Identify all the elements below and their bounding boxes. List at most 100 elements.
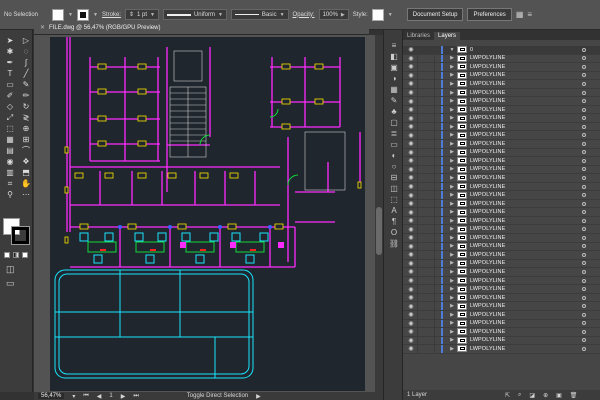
chevron-right-icon[interactable]: ▶ [447, 124, 457, 130]
eye-icon[interactable]: ◉ [405, 46, 417, 53]
layer-item-row[interactable]: ◉ ▶ LWPOLYLINE [403, 234, 600, 243]
eye-icon[interactable]: ◉ [405, 166, 417, 173]
chevron-right-icon[interactable]: ▶ [256, 393, 261, 400]
target-icon[interactable] [582, 167, 586, 172]
chevron-right-icon[interactable]: ▶ [447, 158, 457, 164]
chevron-right-icon[interactable]: ▶ [447, 346, 457, 352]
artboard-icon[interactable]: ⬒ [19, 168, 33, 178]
eye-icon[interactable]: ◉ [405, 123, 417, 130]
target-icon[interactable] [582, 193, 586, 198]
lock-toggle[interactable] [417, 114, 435, 122]
slice-icon[interactable]: ⌗ [3, 179, 17, 189]
layer-item-row[interactable]: ◉ ▶ LWPOLYLINE [403, 140, 600, 149]
lock-toggle[interactable] [417, 234, 435, 242]
arrange-documents-icon[interactable]: ▦ [516, 10, 524, 19]
chevron-right-icon[interactable]: ▶ [447, 337, 457, 343]
last-artboard-icon[interactable]: ⏭ [133, 393, 138, 400]
layer-item-row[interactable]: ◉ ▶ LWPOLYLINE [403, 251, 600, 260]
eye-icon[interactable]: ◉ [405, 320, 417, 327]
target-icon[interactable] [582, 278, 586, 283]
type-icon[interactable]: T [3, 69, 17, 79]
target-icon[interactable] [582, 99, 586, 104]
layer-item-row[interactable]: ◉ ▶ LWPOLYLINE [403, 148, 600, 158]
chevron-right-icon[interactable]: ▶ [447, 320, 457, 326]
gradient-mode-icon[interactable] [13, 252, 19, 258]
lock-toggle[interactable] [417, 157, 435, 165]
layer-item-row[interactable]: ◉ ▶ LWPOLYLINE [403, 302, 600, 311]
target-icon[interactable] [582, 244, 586, 249]
chevron-right-icon[interactable]: ▶ [447, 72, 457, 78]
chevron-right-icon[interactable]: ▶ [447, 90, 457, 96]
layer-item-row[interactable]: ◉ ▶ LWPOLYLINE [403, 336, 600, 346]
delete-icon[interactable]: 🗑 [570, 392, 578, 399]
lock-toggle[interactable] [417, 88, 435, 97]
gradient-icon[interactable]: ▭ [384, 139, 404, 150]
free-transform-icon[interactable]: ⬚ [3, 124, 17, 134]
new-sublayer-icon[interactable]: ⊕ [543, 392, 548, 399]
eye-icon[interactable]: ◉ [405, 234, 417, 241]
eye-icon[interactable]: ◉ [405, 277, 417, 284]
eye-icon[interactable]: ◉ [405, 226, 417, 233]
chevron-right-icon[interactable]: ▶ [447, 55, 457, 61]
clipping-mask-icon[interactable]: ◪ [529, 392, 535, 399]
previous-artboard-icon[interactable]: ◀ [97, 393, 102, 400]
eye-icon[interactable]: ◉ [405, 80, 417, 87]
layer-item-row[interactable]: ◉ ▶ LWPOLYLINE [403, 216, 600, 226]
align-icon[interactable]: ⊟ [384, 172, 404, 183]
lock-toggle[interactable] [417, 251, 435, 259]
locate-object-icon[interactable]: ⌕ [518, 392, 521, 399]
lock-toggle[interactable] [417, 242, 435, 251]
pen-icon[interactable]: ✒ [3, 58, 17, 68]
chevron-right-icon[interactable]: ▶ [447, 278, 457, 284]
eye-icon[interactable]: ◉ [405, 294, 417, 301]
chevron-down-icon[interactable]: ▼ [93, 12, 98, 18]
layer-item-row[interactable]: ◉ ▶ LWPOLYLINE [403, 71, 600, 81]
layer-item-row[interactable]: ◉ ▶ LWPOLYLINE [403, 310, 600, 320]
layer-item-row[interactable]: ◉ ▶ LWPOLYLINE [403, 88, 600, 98]
layer-item-row[interactable]: ◉ ▶ LWPOLYLINE [403, 157, 600, 166]
layer-item-row[interactable]: ◉ ▶ LWPOLYLINE [403, 114, 600, 123]
chevron-right-icon[interactable]: ▶ [447, 295, 457, 301]
target-icon[interactable] [582, 184, 586, 189]
target-icon[interactable] [582, 252, 586, 257]
target-icon[interactable] [582, 175, 586, 180]
eye-icon[interactable]: ◉ [405, 243, 417, 250]
target-icon[interactable] [582, 73, 586, 78]
layer-item-row[interactable]: ◉ ▶ LWPOLYLINE [403, 319, 600, 329]
layers-icon[interactable]: ◧ [384, 51, 404, 62]
swatches-icon[interactable]: ▦ [384, 84, 404, 95]
target-icon[interactable] [582, 201, 586, 206]
preferences-button[interactable]: Preferences [467, 8, 512, 21]
chevron-right-icon[interactable]: ▶ [447, 243, 457, 249]
eye-icon[interactable]: ◉ [405, 311, 417, 318]
libraries-icon[interactable]: ▣ [384, 62, 404, 73]
eye-icon[interactable]: ◉ [405, 89, 417, 96]
symbol-sprayer-icon[interactable]: ❖ [19, 157, 33, 167]
tab-libraries[interactable]: Libraries [403, 32, 434, 40]
chevron-down-icon[interactable]: ▼ [388, 12, 393, 18]
eye-icon[interactable]: ◉ [405, 140, 417, 147]
target-icon[interactable] [582, 133, 586, 138]
lock-toggle[interactable] [417, 225, 435, 234]
lock-toggle[interactable] [417, 259, 435, 268]
chevron-right-icon[interactable]: ▶ [447, 303, 457, 309]
target-icon[interactable] [582, 64, 586, 69]
opacity-input[interactable]: 100% ▶ [318, 9, 349, 20]
target-icon[interactable] [582, 210, 586, 215]
first-artboard-icon[interactable]: ⏮ [83, 393, 88, 400]
layer-item-row[interactable]: ◉ ▶ LWPOLYLINE [403, 293, 600, 303]
paintbrush-icon[interactable]: ✎ [19, 80, 33, 90]
color-mode-icon[interactable] [4, 252, 10, 258]
screen-mode-icon[interactable]: ▭ [6, 278, 15, 289]
target-icon[interactable] [582, 346, 586, 351]
target-icon[interactable] [582, 312, 586, 317]
target-icon[interactable] [582, 81, 586, 86]
tab-layers[interactable]: Layers [434, 32, 461, 40]
brush-definition-dropdown[interactable]: Basic ▼ [230, 9, 289, 20]
chevron-right-icon[interactable]: ▶ [447, 192, 457, 198]
layer-item-row[interactable]: ◉ ▶ LWPOLYLINE [403, 199, 600, 209]
appearance-icon[interactable]: ○ [384, 161, 404, 172]
lock-toggle[interactable] [417, 105, 435, 114]
lock-toggle[interactable] [417, 191, 435, 199]
graphic-styles-icon[interactable]: ▢ [384, 117, 404, 128]
